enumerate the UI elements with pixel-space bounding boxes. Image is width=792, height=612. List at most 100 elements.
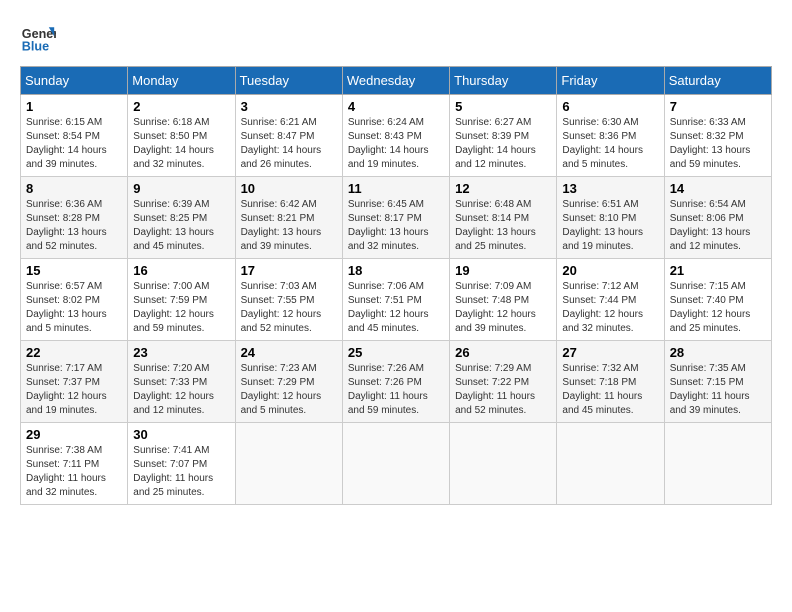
day-number: 16	[133, 263, 229, 278]
day-info: Sunrise: 6:42 AM Sunset: 8:21 PM Dayligh…	[241, 198, 337, 254]
calendar-cell: 15Sunrise: 6:57 AM Sunset: 8:02 PM Dayli…	[21, 259, 128, 341]
calendar-cell: 7 Sunrise: 6:33 AM Sunset: 8:32 PM Daylig…	[664, 95, 771, 177]
svg-text:Blue: Blue	[22, 40, 49, 54]
calendar-week-5: 29 Sunrise: 7:38 AM Sunset: 7:11 PM Dayli…	[21, 423, 772, 505]
day-number: 18	[348, 263, 444, 278]
day-number: 10	[241, 181, 337, 196]
day-info: Sunrise: 6:18 AM Sunset: 8:50 PM Dayligh…	[133, 116, 229, 172]
day-number: 12	[455, 181, 551, 196]
day-info: Sunrise: 6:15 AM Sunset: 8:54 PM Dayligh…	[26, 116, 122, 172]
day-number: 15	[26, 263, 122, 278]
calendar-cell: 3 Sunrise: 6:21 AM Sunset: 8:47 PM Daylig…	[235, 95, 342, 177]
day-header-sunday: Sunday	[21, 67, 128, 95]
day-info: Sunrise: 7:38 AM Sunset: 7:11 PM Dayligh…	[26, 444, 122, 500]
day-info: Sunrise: 7:00 AM Sunset: 7:59 PM Dayligh…	[133, 280, 229, 336]
calendar-cell: 27 Sunrise: 7:32 AM Sunset: 7:18 PM Dayli…	[557, 341, 664, 423]
day-info: Sunrise: 7:41 AM Sunset: 7:07 PM Dayligh…	[133, 444, 229, 500]
day-info: Sunrise: 7:17 AM Sunset: 7:37 PM Dayligh…	[26, 362, 122, 418]
day-number: 30	[133, 427, 229, 442]
calendar-cell	[664, 423, 771, 505]
day-header-friday: Friday	[557, 67, 664, 95]
day-number: 1	[26, 99, 122, 114]
day-number: 22	[26, 345, 122, 360]
day-info: Sunrise: 6:36 AM Sunset: 8:28 PM Dayligh…	[26, 198, 122, 254]
day-info: Sunrise: 7:03 AM Sunset: 7:55 PM Dayligh…	[241, 280, 337, 336]
day-info: Sunrise: 7:32 AM Sunset: 7:18 PM Dayligh…	[562, 362, 658, 418]
header: General Blue	[20, 20, 772, 56]
day-number: 27	[562, 345, 658, 360]
calendar-cell: 10 Sunrise: 6:42 AM Sunset: 8:21 PM Dayli…	[235, 177, 342, 259]
calendar-cell: 9 Sunrise: 6:39 AM Sunset: 8:25 PM Daylig…	[128, 177, 235, 259]
calendar-cell: 21 Sunrise: 7:15 AM Sunset: 7:40 PM Dayli…	[664, 259, 771, 341]
day-header-monday: Monday	[128, 67, 235, 95]
day-number: 6	[562, 99, 658, 114]
day-info: Sunrise: 7:09 AM Sunset: 7:48 PM Dayligh…	[455, 280, 551, 336]
day-number: 3	[241, 99, 337, 114]
day-info: Sunrise: 6:21 AM Sunset: 8:47 PM Dayligh…	[241, 116, 337, 172]
day-number: 9	[133, 181, 229, 196]
calendar-cell: 4Sunrise: 6:24 AM Sunset: 8:43 PM Daylig…	[342, 95, 449, 177]
calendar-cell: 18Sunrise: 7:06 AM Sunset: 7:51 PM Dayli…	[342, 259, 449, 341]
day-header-thursday: Thursday	[450, 67, 557, 95]
calendar: SundayMondayTuesdayWednesdayThursdayFrid…	[20, 66, 772, 505]
calendar-cell: 11 Sunrise: 6:45 AM Sunset: 8:17 PM Dayli…	[342, 177, 449, 259]
day-number: 24	[241, 345, 337, 360]
day-number: 14	[670, 181, 766, 196]
calendar-week-1: 1 Sunrise: 6:15 AM Sunset: 8:54 PM Daylig…	[21, 95, 772, 177]
day-number: 21	[670, 263, 766, 278]
calendar-cell	[235, 423, 342, 505]
calendar-cell: 17Sunrise: 7:03 AM Sunset: 7:55 PM Dayli…	[235, 259, 342, 341]
calendar-cell: 2Sunrise: 6:18 AM Sunset: 8:50 PM Daylig…	[128, 95, 235, 177]
day-info: Sunrise: 6:30 AM Sunset: 8:36 PM Dayligh…	[562, 116, 658, 172]
day-info: Sunrise: 6:33 AM Sunset: 8:32 PM Dayligh…	[670, 116, 766, 172]
day-number: 13	[562, 181, 658, 196]
day-info: Sunrise: 6:54 AM Sunset: 8:06 PM Dayligh…	[670, 198, 766, 254]
calendar-cell: 23 Sunrise: 7:20 AM Sunset: 7:33 PM Dayli…	[128, 341, 235, 423]
calendar-cell: 5 Sunrise: 6:27 AM Sunset: 8:39 PM Daylig…	[450, 95, 557, 177]
day-number: 8	[26, 181, 122, 196]
day-number: 11	[348, 181, 444, 196]
day-info: Sunrise: 7:15 AM Sunset: 7:40 PM Dayligh…	[670, 280, 766, 336]
calendar-cell: 12 Sunrise: 6:48 AM Sunset: 8:14 PM Dayli…	[450, 177, 557, 259]
day-header-wednesday: Wednesday	[342, 67, 449, 95]
day-number: 28	[670, 345, 766, 360]
day-number: 19	[455, 263, 551, 278]
day-header-tuesday: Tuesday	[235, 67, 342, 95]
calendar-cell: 6 Sunrise: 6:30 AM Sunset: 8:36 PM Daylig…	[557, 95, 664, 177]
calendar-cell: 28Sunrise: 7:35 AM Sunset: 7:15 PM Dayli…	[664, 341, 771, 423]
calendar-cell: 26 Sunrise: 7:29 AM Sunset: 7:22 PM Dayli…	[450, 341, 557, 423]
calendar-cell: 14 Sunrise: 6:54 AM Sunset: 8:06 PM Dayli…	[664, 177, 771, 259]
day-info: Sunrise: 6:51 AM Sunset: 8:10 PM Dayligh…	[562, 198, 658, 254]
day-number: 7	[670, 99, 766, 114]
calendar-header-row: SundayMondayTuesdayWednesdayThursdayFrid…	[21, 67, 772, 95]
logo-icon: General Blue	[20, 20, 56, 56]
calendar-cell: 22 Sunrise: 7:17 AM Sunset: 7:37 PM Dayli…	[21, 341, 128, 423]
day-info: Sunrise: 6:27 AM Sunset: 8:39 PM Dayligh…	[455, 116, 551, 172]
day-info: Sunrise: 6:48 AM Sunset: 8:14 PM Dayligh…	[455, 198, 551, 254]
day-number: 29	[26, 427, 122, 442]
calendar-cell: 25 Sunrise: 7:26 AM Sunset: 7:26 PM Dayli…	[342, 341, 449, 423]
day-info: Sunrise: 7:26 AM Sunset: 7:26 PM Dayligh…	[348, 362, 444, 418]
day-number: 4	[348, 99, 444, 114]
calendar-cell: 8 Sunrise: 6:36 AM Sunset: 8:28 PM Daylig…	[21, 177, 128, 259]
day-info: Sunrise: 6:39 AM Sunset: 8:25 PM Dayligh…	[133, 198, 229, 254]
day-number: 5	[455, 99, 551, 114]
day-info: Sunrise: 7:23 AM Sunset: 7:29 PM Dayligh…	[241, 362, 337, 418]
calendar-cell	[450, 423, 557, 505]
calendar-cell: 1 Sunrise: 6:15 AM Sunset: 8:54 PM Daylig…	[21, 95, 128, 177]
day-info: Sunrise: 7:20 AM Sunset: 7:33 PM Dayligh…	[133, 362, 229, 418]
calendar-week-3: 15Sunrise: 6:57 AM Sunset: 8:02 PM Dayli…	[21, 259, 772, 341]
calendar-cell: 30 Sunrise: 7:41 AM Sunset: 7:07 PM Dayli…	[128, 423, 235, 505]
calendar-cell: 19 Sunrise: 7:09 AM Sunset: 7:48 PM Dayli…	[450, 259, 557, 341]
day-number: 20	[562, 263, 658, 278]
day-info: Sunrise: 7:29 AM Sunset: 7:22 PM Dayligh…	[455, 362, 551, 418]
day-number: 26	[455, 345, 551, 360]
day-number: 25	[348, 345, 444, 360]
day-info: Sunrise: 6:45 AM Sunset: 8:17 PM Dayligh…	[348, 198, 444, 254]
calendar-cell	[557, 423, 664, 505]
day-number: 23	[133, 345, 229, 360]
logo: General Blue	[20, 20, 56, 56]
calendar-week-4: 22 Sunrise: 7:17 AM Sunset: 7:37 PM Dayli…	[21, 341, 772, 423]
calendar-cell: 16 Sunrise: 7:00 AM Sunset: 7:59 PM Dayli…	[128, 259, 235, 341]
calendar-cell	[342, 423, 449, 505]
